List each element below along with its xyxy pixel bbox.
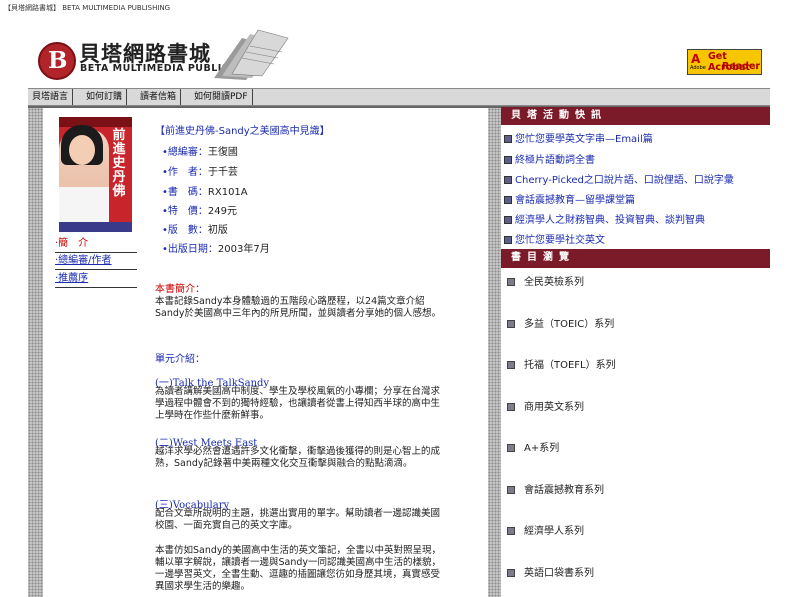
info-publish-date: •出版日期：2003年7月 — [162, 244, 270, 255]
closing-text: 本書仿如Sandy的美國高中生活的英文筆記，全書以中英對照呈現，輔以單字解說，讓… — [155, 545, 442, 592]
info-chief-editor: •總編審：王復國 — [162, 147, 238, 158]
browse-divider — [501, 267, 770, 268]
menu-preface[interactable]: ‧推薦序 — [55, 271, 137, 288]
activities-header: 貝塔活動快訊 — [501, 107, 770, 125]
unit-2-text: 越洋求學必然會遭遇許多文化衝擊，衝擊過後獲得的則是心智上的成熟，Sandy記錄著… — [155, 446, 441, 469]
bullet-square-icon — [504, 135, 512, 143]
info-special-price: •特 價：249元 — [162, 206, 237, 217]
activity-item[interactable]: 您忙您要學英文字串—Email篇 — [504, 130, 653, 145]
window-title: 【貝塔網路書城】 BETA MULTIMEDIA PUBLISHING — [4, 4, 171, 12]
activity-item[interactable]: 會話震撼教育—留學課堂篇 — [504, 191, 635, 206]
cover-title: 前進史丹佛 — [112, 128, 126, 199]
bullet-square-icon — [507, 278, 515, 286]
info-edition: •版 數：初版 — [162, 225, 228, 236]
menu-intro[interactable]: ‧簡 介 — [55, 236, 137, 253]
bullet-square-icon — [504, 236, 512, 244]
middle-pattern-gutter — [488, 108, 501, 597]
bullet-square-icon — [504, 216, 512, 224]
books-decoration-icon — [214, 29, 289, 80]
nav-how-to-order[interactable]: 如何訂購 — [82, 89, 128, 105]
get-acrobat-reader-button[interactable]: A Get Acrobat Reader Adobe — [687, 49, 762, 75]
unit-3-text: 配合文章所說明的主題，挑選出實用的單字。幫助讀者一邊認識美國校園、一面充實自己的… — [155, 508, 441, 531]
bullet-square-icon — [504, 156, 512, 164]
browse-header: 書目瀏覽 — [501, 249, 770, 267]
bullet-square-icon — [507, 361, 515, 369]
browse-item[interactable]: 商用英文系列 — [507, 398, 584, 413]
browse-item[interactable]: 托福（TOEFL）系列 — [507, 356, 616, 371]
browse-item[interactable]: 經濟學人系列 — [507, 522, 584, 537]
browse-item[interactable]: 會話震撼教育系列 — [507, 481, 604, 496]
beta-logo-icon[interactable]: B — [38, 42, 76, 80]
intro-text: 本書記錄Sandy本身體驗過的五階段心路歷程，以24篇文章介紹Sandy於美國高… — [155, 296, 442, 319]
nav-beta-language[interactable]: 貝塔語言 — [28, 89, 74, 105]
book-cover-image: 前進史丹佛 — [59, 117, 132, 232]
activity-item[interactable]: Cherry-Picked之口說片語、口說俚語、口說字彙 — [504, 171, 734, 186]
unit-1-text: 為讀者講解美國高中制度、學生及學校風氣的小專欄；分享在台灣求學過程中體會不到的獨… — [155, 386, 441, 421]
bullet-square-icon — [507, 486, 515, 494]
browse-item[interactable]: 全民英檢系列 — [507, 273, 584, 288]
nav-reader-mailbox[interactable]: 讀者信箱 — [136, 89, 182, 105]
units-heading: 單元介紹： — [155, 354, 205, 365]
activity-item[interactable]: 終極片語動詞全書 — [504, 151, 595, 166]
info-book-code: •書 碼：RX101A — [162, 187, 248, 198]
bullet-square-icon — [507, 444, 515, 452]
info-author: •作 者：于千芸 — [162, 167, 238, 178]
bullet-square-icon — [504, 196, 512, 204]
book-title: 【前進史丹佛-Sandy之美國高中見識】 — [155, 126, 330, 137]
menu-editor-author[interactable]: ‧總編審/作者 — [55, 253, 137, 270]
adobe-acrobat-icon: A — [691, 52, 701, 66]
browse-item[interactable]: A+系列 — [507, 439, 559, 454]
browse-item[interactable]: 英語口袋書系列 — [507, 564, 594, 579]
bullet-square-icon — [504, 176, 512, 184]
bullet-square-icon — [507, 569, 515, 577]
top-nav-bar: 貝塔語言 如何訂購 讀者信箱 如何閱讀PDF — [28, 88, 770, 106]
nav-how-to-read-pdf[interactable]: 如何閱讀PDF — [190, 89, 253, 105]
activity-item[interactable]: 您忙您要學社交英文 — [504, 231, 605, 246]
bullet-square-icon — [507, 403, 515, 411]
bullet-square-icon — [507, 320, 515, 328]
browse-item[interactable]: 多益（TOEIC）系列 — [507, 315, 614, 330]
intro-heading: 本書簡介： — [155, 284, 205, 295]
left-pattern-gutter — [28, 108, 43, 597]
bullet-square-icon — [507, 527, 515, 535]
activity-item[interactable]: 經濟學人之財務智典、投資智典、談判智典 — [504, 211, 705, 226]
